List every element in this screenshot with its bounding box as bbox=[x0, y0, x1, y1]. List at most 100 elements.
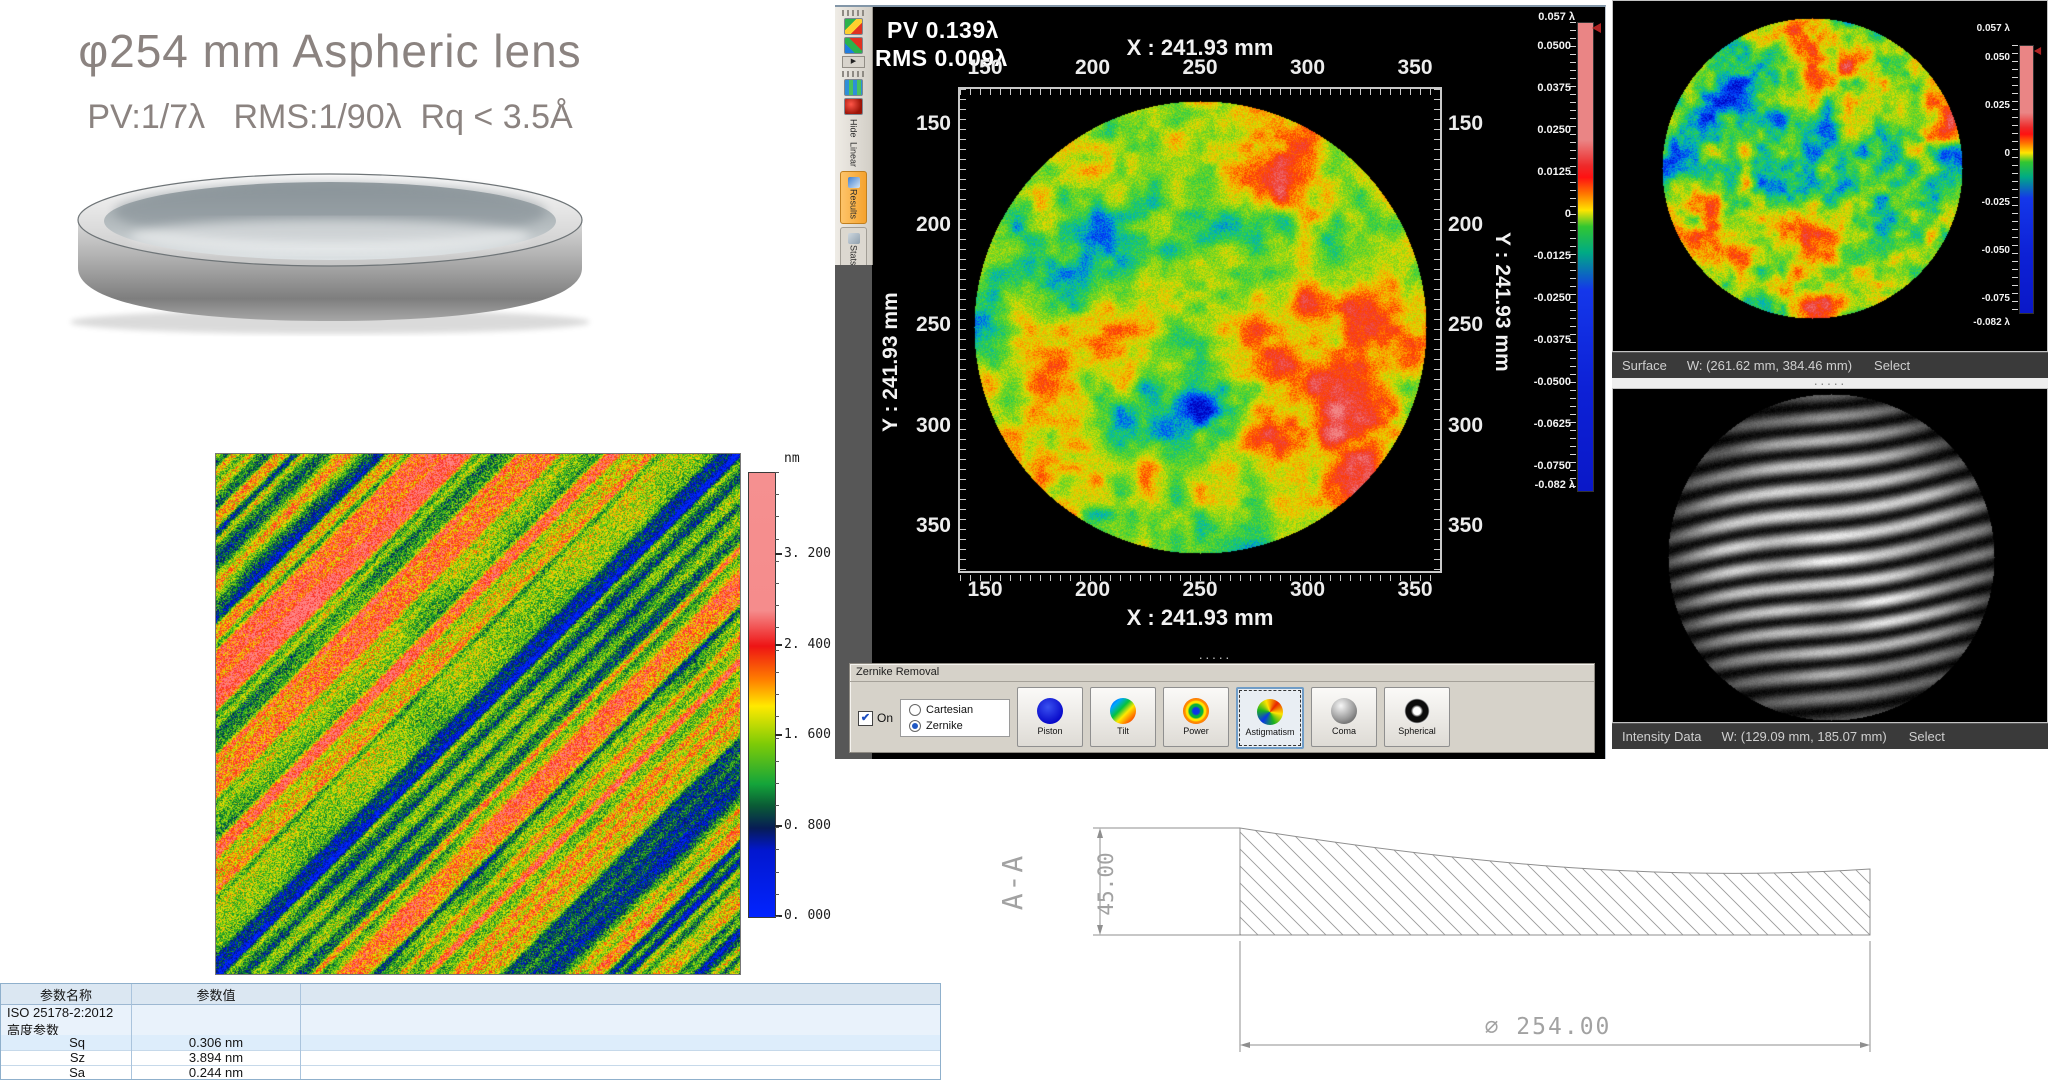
table-row[interactable]: Sz3.894 nm bbox=[1, 1050, 940, 1065]
astigmatism-icon bbox=[1257, 699, 1283, 725]
zernike-button-astigmatism[interactable]: Astigmatism bbox=[1236, 687, 1304, 749]
column-header bbox=[301, 984, 940, 1005]
button-label: Tilt bbox=[1117, 726, 1129, 736]
colorbar-tick-label: 0.0125 bbox=[1491, 164, 1571, 180]
power-icon bbox=[1183, 698, 1209, 724]
radio-icon bbox=[909, 720, 921, 732]
axis-ticks-left bbox=[960, 89, 966, 571]
toolbar-grip[interactable] bbox=[842, 10, 865, 16]
3d-plot-icon[interactable] bbox=[844, 98, 863, 115]
roughness-minor-tick bbox=[775, 583, 779, 584]
x-tick-label: 350 bbox=[1375, 579, 1455, 601]
colorbar-tick-label: -0.075 bbox=[1938, 292, 2010, 306]
status-cursor-readout: W: (261.62 mm, 384.46 mm) bbox=[1687, 358, 1852, 373]
surface-view-canvas[interactable] bbox=[1659, 15, 1965, 321]
roughness-tick-label: 3. 200 bbox=[784, 545, 831, 563]
roughness-minor-tick bbox=[775, 605, 779, 606]
param-name-cell: Sa bbox=[1, 1065, 132, 1080]
on-checkbox[interactable]: ✔ bbox=[858, 711, 873, 726]
roughness-minor-tick bbox=[775, 516, 779, 517]
zernike-button-power[interactable]: Power bbox=[1163, 687, 1229, 747]
tab-label: Results bbox=[849, 189, 859, 219]
param-name-cell: ISO 25178-2:2012 bbox=[1, 1005, 132, 1021]
x-tick-label: 250 bbox=[1160, 57, 1240, 79]
coord-option-cartesian[interactable]: Cartesian bbox=[909, 704, 1001, 716]
zernike-term-buttons: Piston Tilt Power Astigmatism Coma Spherical bbox=[1017, 687, 1450, 749]
toolbar-tab-stats[interactable]: Stats bbox=[840, 227, 867, 271]
roughness-minor-tick bbox=[775, 761, 779, 762]
roughness-minor-tick bbox=[775, 627, 779, 628]
param-value-cell: 0.244 nm bbox=[132, 1065, 301, 1080]
status-select-button[interactable]: Select bbox=[1909, 729, 1945, 744]
param-value-cell: 0.306 nm bbox=[132, 1035, 301, 1051]
colorbar-tick-label: -0.025 bbox=[1938, 196, 2010, 210]
zernike-button-coma[interactable]: Coma bbox=[1311, 687, 1377, 747]
x-tick-label: 200 bbox=[1053, 57, 1133, 79]
roughness-minor-tick bbox=[775, 805, 779, 806]
grid-view-icon[interactable] bbox=[844, 79, 863, 96]
param-value-cell: 3.894 nm bbox=[132, 1050, 301, 1066]
roughness-minor-tick bbox=[775, 872, 779, 873]
lens-photo bbox=[58, 158, 603, 338]
coordinate-mode-box: Cartesian Zernike bbox=[900, 699, 1010, 737]
roughness-minor-tick bbox=[775, 694, 779, 695]
roughness-minor-tick bbox=[775, 561, 779, 562]
toolbar-tab-results[interactable]: Results bbox=[840, 171, 867, 224]
page-subtitle: PV:1/7λ RMS:1/90λ Rq < 3.5Å bbox=[40, 98, 620, 137]
surface-map-canvas[interactable] bbox=[960, 89, 1440, 571]
splitter-grip[interactable]: ····· bbox=[1165, 653, 1265, 661]
column-header: 参数值 bbox=[132, 984, 301, 1005]
roughness-minor-tick bbox=[775, 894, 779, 895]
diameter-dimension: ⌀ 254.00 bbox=[1485, 1014, 1612, 1040]
table-row[interactable]: Sq0.306 nm bbox=[1, 1035, 940, 1050]
roughness-minor-tick bbox=[775, 827, 779, 828]
status-title: Intensity Data bbox=[1622, 729, 1702, 744]
status-cursor-readout: W: (129.09 mm, 185.07 mm) bbox=[1722, 729, 1887, 744]
y-tick-label: 200 bbox=[897, 214, 951, 236]
colorbar-min-label: -0.082 λ bbox=[1483, 477, 1575, 493]
param-value-cell bbox=[132, 1005, 301, 1021]
surface-map-icon[interactable] bbox=[844, 18, 863, 35]
table-row[interactable]: ISO 25178-2:2012 bbox=[1, 1005, 940, 1020]
interferometer-panel: ▶ Hide Linear ResultsStats ▶ PV 0.139λ R… bbox=[835, 5, 1606, 759]
toolbar-expand-arrow[interactable]: ▶ bbox=[842, 56, 865, 68]
colorbar-pointer-icon[interactable] bbox=[2034, 47, 2041, 55]
colorbar-tick-label: 0.050 bbox=[1938, 51, 2010, 65]
x-tick-label: 200 bbox=[1053, 579, 1133, 601]
x-axis-title-bottom: X : 241.93 mm bbox=[958, 605, 1442, 631]
colorbar-tick-label: -0.050 bbox=[1938, 244, 2010, 258]
panel-splitter[interactable]: ····· bbox=[1612, 378, 2048, 388]
toolbar-grip[interactable] bbox=[842, 71, 865, 77]
spherical-icon bbox=[1404, 698, 1430, 724]
toolbar-tab-hide[interactable]: Hide bbox=[849, 119, 859, 138]
on-label: On bbox=[877, 711, 893, 725]
roughness-minor-tick bbox=[775, 716, 779, 717]
roughness-minor-tick bbox=[775, 849, 779, 850]
button-label: Spherical bbox=[1398, 726, 1436, 736]
toolbar-tab-linear[interactable]: Linear bbox=[849, 142, 859, 167]
colorbar-max-label: 0.057 λ bbox=[1483, 9, 1575, 25]
intensity-fringes-canvas[interactable] bbox=[1665, 391, 1997, 723]
zernike-button-tilt[interactable]: Tilt bbox=[1090, 687, 1156, 747]
zernike-button-piston[interactable]: Piston bbox=[1017, 687, 1083, 747]
intensity-status-bar: Intensity Data W: (129.09 mm, 185.07 mm)… bbox=[1612, 723, 2048, 749]
table-row[interactable]: Sa0.244 nm bbox=[1, 1065, 940, 1080]
wavefront-map-icon[interactable] bbox=[844, 37, 863, 54]
table-row[interactable]: 高度参数 bbox=[1, 1020, 940, 1035]
y-tick-label: 350 bbox=[897, 515, 951, 537]
y-tick-label: 150 bbox=[897, 113, 951, 135]
coma-icon bbox=[1331, 698, 1357, 724]
section-label: A-A bbox=[996, 854, 1029, 911]
button-label: Astigmatism bbox=[1246, 727, 1295, 737]
radio-icon bbox=[909, 704, 921, 716]
roughness-colorbar-unit: nm bbox=[784, 450, 800, 468]
colorbar-pointer-icon[interactable] bbox=[1592, 23, 1601, 33]
zernike-group-title: Zernike Removal bbox=[856, 666, 939, 678]
colorbar-max-label: 0.057 λ bbox=[1942, 22, 2010, 36]
coord-option-zernike[interactable]: Zernike bbox=[909, 720, 1001, 732]
column-header: 参数名称 bbox=[1, 984, 132, 1005]
zernike-on-toggle[interactable]: ✔ On bbox=[858, 711, 893, 726]
roughness-minor-tick bbox=[775, 539, 779, 540]
status-select-button[interactable]: Select bbox=[1874, 358, 1910, 373]
zernike-button-spherical[interactable]: Spherical bbox=[1384, 687, 1450, 747]
